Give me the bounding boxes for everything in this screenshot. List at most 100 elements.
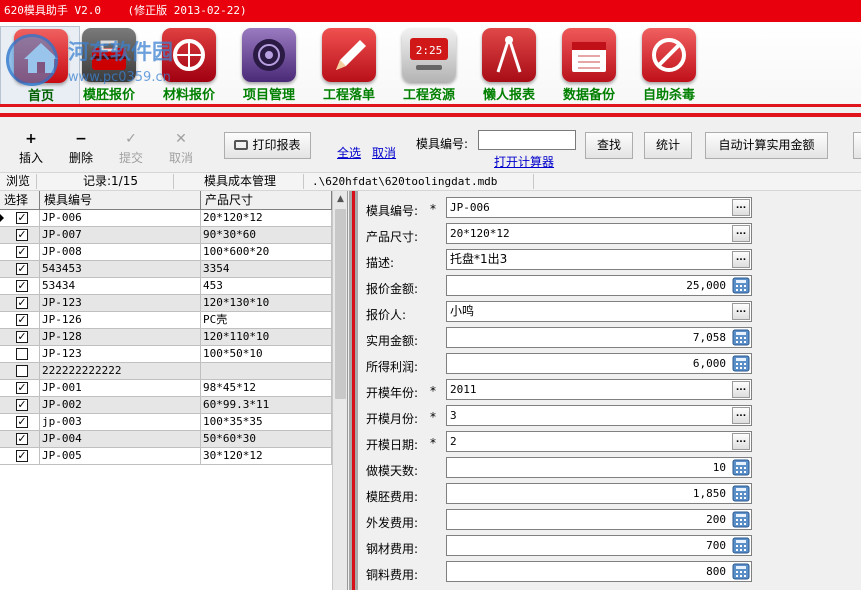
tool-project-mgmt[interactable]: 项目管理 — [229, 26, 309, 106]
table-row[interactable]: ✓ JP-004 50*60*30 — [0, 431, 332, 448]
row-checkbox[interactable]: ✓ — [16, 280, 28, 292]
size-cell[interactable]: 120*110*10 — [201, 329, 332, 346]
submit-button[interactable]: ✓ 提交 — [108, 131, 154, 166]
mold-no-cell[interactable]: JP-002 — [40, 397, 201, 414]
table-row[interactable]: ✓ JP-123 120*130*10 — [0, 295, 332, 312]
search-button[interactable]: 查找 — [585, 132, 633, 159]
size-cell[interactable]: 90*30*60 — [201, 227, 332, 244]
size-cell[interactable]: 453 — [201, 278, 332, 295]
row-checkbox[interactable] — [16, 365, 28, 377]
row-checkbox[interactable]: ✓ — [16, 331, 28, 343]
tool-engineering-resource[interactable]: 2:25 工程资源 — [389, 26, 469, 106]
form-field[interactable]: 700 — [446, 535, 752, 556]
mold-no-cell[interactable]: JP-123 — [40, 295, 201, 312]
size-cell[interactable]: 100*50*10 — [201, 346, 332, 363]
scroll-thumb[interactable] — [335, 209, 346, 399]
row-checkbox[interactable] — [16, 348, 28, 360]
scroll-up-icon[interactable]: ▲ — [333, 191, 347, 207]
col-mold-no[interactable]: 模具编号 — [40, 191, 201, 210]
ellipsis-button[interactable]: ... — [732, 407, 750, 424]
table-row[interactable]: ✓ 543453 3354 — [0, 261, 332, 278]
ellipsis-button[interactable]: ... — [732, 251, 750, 268]
ellipsis-button[interactable]: ... — [732, 199, 750, 216]
form-field[interactable]: 小鸣... — [446, 301, 752, 322]
col-size[interactable]: 产品尺寸 — [201, 191, 332, 210]
row-checkbox[interactable]: ✓ — [16, 433, 28, 445]
table-row[interactable]: ✓ JP-007 90*30*60 — [0, 227, 332, 244]
size-cell[interactable]: 98*45*12 — [201, 380, 332, 397]
table-row[interactable]: ✓ JP-001 98*45*12 — [0, 380, 332, 397]
calculator-icon[interactable] — [732, 485, 750, 502]
form-field[interactable]: JP-006... — [446, 197, 752, 218]
row-checkbox[interactable]: ✓ — [16, 297, 28, 309]
mold-no-cell[interactable]: JP-001 — [40, 380, 201, 397]
splitter[interactable] — [349, 191, 358, 590]
tool-material-quote[interactable]: 材料报价 — [149, 26, 229, 106]
select-all-link[interactable]: 全选 — [337, 144, 361, 161]
mold-no-search-input[interactable] — [478, 130, 576, 150]
col-select[interactable]: 选择 — [0, 191, 40, 210]
row-checkbox[interactable]: ✓ — [16, 263, 28, 275]
row-checkbox[interactable]: ✓ — [16, 229, 28, 241]
mold-no-cell[interactable]: 222222222222 — [40, 363, 201, 380]
table-row[interactable]: ✓ jp-003 100*35*35 — [0, 414, 332, 431]
table-row[interactable]: ✓ 53434 453 — [0, 278, 332, 295]
form-field[interactable]: 2011... — [446, 379, 752, 400]
print-report-button[interactable]: 打印报表 — [224, 132, 311, 159]
table-row[interactable]: ✓ JP-006 20*120*12 — [0, 210, 332, 227]
size-cell[interactable]: 20*120*12 — [201, 210, 332, 227]
ellipsis-button[interactable]: ... — [732, 381, 750, 398]
calculator-icon[interactable] — [732, 537, 750, 554]
tool-antivirus[interactable]: 自助杀毒 — [629, 26, 709, 106]
tool-engineering-order[interactable]: 工程落单 — [309, 26, 389, 106]
mold-no-cell[interactable]: JP-006 — [40, 210, 201, 227]
calculator-icon[interactable] — [732, 563, 750, 580]
form-field[interactable]: 200 — [446, 509, 752, 530]
form-field[interactable]: 2... — [446, 431, 752, 452]
form-field[interactable]: 6,000 — [446, 353, 752, 374]
row-checkbox[interactable]: ✓ — [16, 314, 28, 326]
mold-no-cell[interactable]: 543453 — [40, 261, 201, 278]
size-cell[interactable]: 30*120*12 — [201, 448, 332, 465]
deselect-link[interactable]: 取消 — [372, 144, 396, 161]
ellipsis-button[interactable]: ... — [732, 303, 750, 320]
size-cell[interactable]: 120*130*10 — [201, 295, 332, 312]
size-cell[interactable]: PC壳 — [201, 312, 332, 329]
form-field[interactable]: 20*120*12... — [446, 223, 752, 244]
tool-data-backup[interactable]: 数据备份 — [549, 26, 629, 106]
mold-no-cell[interactable]: JP-128 — [40, 329, 201, 346]
calculator-icon[interactable] — [732, 355, 750, 372]
table-row[interactable]: ✓ JP-002 60*99.3*11 — [0, 397, 332, 414]
mold-no-cell[interactable]: 53434 — [40, 278, 201, 295]
mold-no-cell[interactable]: JP-123 — [40, 346, 201, 363]
size-cell[interactable]: 50*60*30 — [201, 431, 332, 448]
grid-scrollbar[interactable]: ▲ — [332, 191, 347, 590]
row-checkbox[interactable]: ✓ — [16, 212, 28, 224]
mold-no-cell[interactable]: JP-008 — [40, 244, 201, 261]
auto-calc-button[interactable]: 自动计算实用金额 — [705, 132, 828, 159]
table-row[interactable]: ✓ JP-008 100*600*20 — [0, 244, 332, 261]
table-row[interactable]: ✓ JP-005 30*120*12 — [0, 448, 332, 465]
table-row[interactable]: ✓ JP-126 PC壳 — [0, 312, 332, 329]
size-cell[interactable]: 3354 — [201, 261, 332, 278]
tool-lazy-report[interactable]: 懒人报表 — [469, 26, 549, 106]
stats-button[interactable]: 统计 — [644, 132, 692, 159]
form-field[interactable]: 10 — [446, 457, 752, 478]
more-button[interactable] — [853, 132, 861, 159]
mold-no-cell[interactable]: JP-007 — [40, 227, 201, 244]
row-checkbox[interactable]: ✓ — [16, 246, 28, 258]
mold-no-cell[interactable]: JP-004 — [40, 431, 201, 448]
form-field[interactable]: 800 — [446, 561, 752, 582]
table-row[interactable]: JP-123 100*50*10 — [0, 346, 332, 363]
row-checkbox[interactable]: ✓ — [16, 399, 28, 411]
open-calculator-link[interactable]: 打开计算器 — [494, 153, 554, 170]
form-field[interactable]: 1,850 — [446, 483, 752, 504]
table-row[interactable]: ✓ JP-128 120*110*10 — [0, 329, 332, 346]
form-field[interactable]: 25,000 — [446, 275, 752, 296]
row-checkbox[interactable]: ✓ — [16, 382, 28, 394]
tool-home[interactable]: 首页 — [0, 26, 80, 106]
row-checkbox[interactable]: ✓ — [16, 450, 28, 462]
calculator-icon[interactable] — [732, 277, 750, 294]
delete-button[interactable]: − 删除 — [58, 131, 104, 166]
size-cell[interactable]: 100*600*20 — [201, 244, 332, 261]
